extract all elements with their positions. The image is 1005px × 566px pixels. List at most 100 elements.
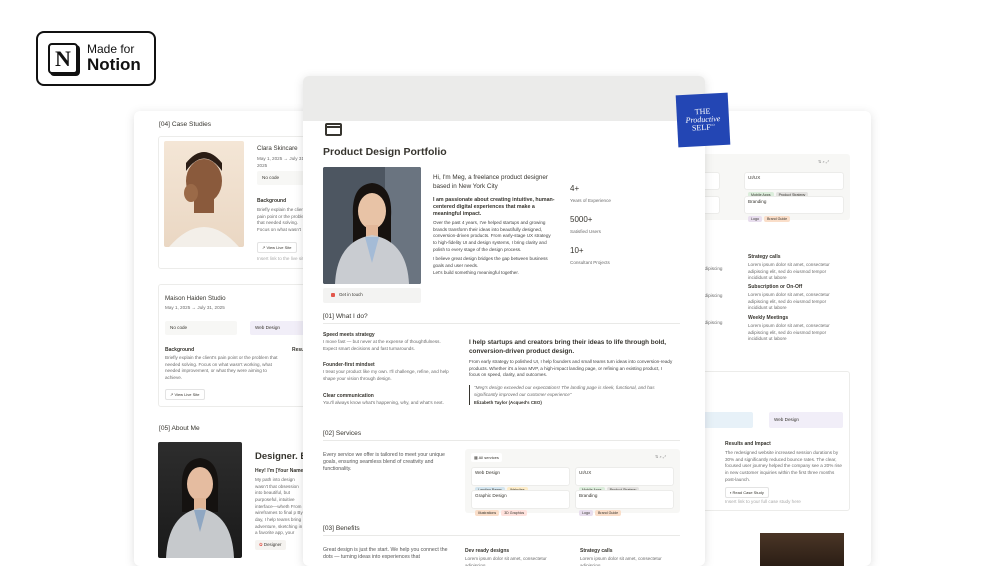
tag-logo: Logo (748, 216, 762, 222)
right-results-text: The redesigned website increased session… (725, 450, 842, 482)
clara-bg-heading: Background (257, 198, 287, 204)
maison-webdesign: Web Design (255, 325, 280, 330)
service-web-title: Web Design (475, 470, 500, 475)
hero-passion: I am passionate about creating intuitive… (433, 197, 555, 218)
right-ux-title: UI/UX (748, 175, 761, 180)
right-bottom-photo (760, 533, 844, 566)
hero-p2: I believe great design bridges the gap b… (433, 256, 548, 268)
badge-line2: Notion (87, 54, 141, 74)
service-branding-title: Branding (579, 493, 598, 498)
right-branding-card[interactable]: Branding Logo Brand Guide (744, 196, 844, 222)
right-sub-heading: Subscription or On-Off (748, 284, 803, 290)
right-webdesign: Web Design (774, 417, 799, 422)
tps-line3: SELFCO (677, 123, 729, 134)
clara-photo (164, 141, 244, 247)
right-frag1: adipiscing (702, 266, 723, 271)
stat-users-label: Satisfied Users (570, 229, 601, 234)
item-speed-heading: Speed meets strategy (323, 332, 375, 338)
about-designer-tag: ✿ Designer (255, 540, 286, 550)
item-comm-text: You'll always know what's happening, why… (323, 400, 444, 405)
stat-users-value: 5000+ (570, 215, 593, 224)
right-strategy-heading: Strategy calls (748, 254, 781, 260)
benefit-strategy-heading: Strategy calls (580, 548, 613, 554)
all-services-label: All services (478, 455, 499, 460)
services-heading: [02] Services (323, 430, 362, 437)
about-text: My path into design wasn't that obsessio… (255, 477, 303, 535)
center-page: Product Design Portfolio Get in touch Hi… (303, 76, 705, 566)
item-comm-heading: Clear communication (323, 393, 374, 399)
board-toolbar-icons: ⇅ ⌕ ⤢ (818, 159, 830, 164)
service-uiux-title: UI/UX (579, 470, 592, 475)
item-founder-heading: Founder-first mindset (323, 362, 375, 368)
item-speed-text: I move fast — but never at the expense o… (323, 339, 441, 351)
clara-title: Clara Skincare (257, 145, 298, 152)
stat-projects-label: Consultant Projects (570, 260, 610, 265)
about-photo (158, 442, 242, 558)
case-card-clara[interactable]: Clara Skincare May 1, 2025 → July 31, 20… (158, 136, 312, 269)
hero-p3: Let's build something meaningful togethe… (433, 270, 519, 275)
tps-co: CO (710, 123, 715, 128)
item-founder-text: I treat your product like my own. I'll c… (323, 369, 449, 381)
services-board: ▦ All services ⇅ ⌕ ⤢ Web Design Landing … (465, 449, 680, 516)
right-ux-card[interactable]: UI/UX Mobile Apps Product Strategy (744, 172, 844, 198)
what-i-do-heading: [01] What I do? (323, 313, 368, 320)
tag-brand-guide: Brand Guide (764, 216, 791, 222)
right-sub-text: Lorem ipsum dolor sit amet, consectetur … (748, 292, 830, 311)
maison-date: May 1, 2025 → July 31, 2025 (165, 305, 225, 310)
clara-live-link[interactable]: ↗ View Live Site (257, 242, 297, 253)
clara-date: May 1, 2025 → July 31, 2025 (257, 156, 306, 168)
get-in-touch-button[interactable]: Get in touch (323, 288, 421, 303)
testimonial-quote: "Meg's design exceeded our expectations!… (469, 385, 674, 406)
get-in-touch-label: Get in touch (339, 292, 363, 297)
page-title: Product Design Portfolio (323, 146, 447, 158)
browser-window-icon (325, 123, 342, 136)
productive-self-logo: THE Productive SELFCO (675, 92, 731, 148)
cover-banner (303, 76, 705, 121)
services-text: Every service we offer is tailored to me… (323, 452, 445, 473)
service-web-design[interactable]: Web Design Landing PagesWebsites (471, 467, 570, 493)
case-card-maison[interactable]: Maison Haiden Studio May 1, 2025 → July … (158, 284, 309, 407)
right-read-label: Read Case Study (732, 490, 764, 495)
all-services-tab[interactable]: ▦ All services (471, 453, 502, 462)
left-page: [04] Case Studies Clara Skincare May 1, … (134, 111, 324, 566)
service-graphic-design[interactable]: Graphic Design Illustrations 3D Graphics (471, 490, 570, 516)
tag-brand-guide: Brand Guide (595, 510, 622, 516)
hero-photo (323, 167, 421, 284)
clara-live-label: View Live Site (266, 245, 292, 250)
right-strategy-text: Lorem ipsum dolor sit amet, consectetur … (748, 262, 830, 281)
clara-bg-text: Briefly explain the client's pain point … (257, 207, 309, 232)
benefits-text: Great design is just the start. We help … (323, 547, 448, 561)
right-weekly-text: Lorem ipsum dolor sit amet, consectetur … (748, 323, 830, 342)
tag-logo: Logo (579, 510, 593, 516)
help-text: From early strategy to polished UI, I he… (469, 359, 673, 378)
benefits-heading: [03] Benefits (323, 525, 360, 532)
service-branding[interactable]: Branding Logo Brand Guide (575, 490, 674, 516)
right-page: ⇅ ⌕ ⤢ UI/UX Mobile Apps Product Strategy … (680, 111, 871, 566)
tps-self: SELF (691, 123, 711, 133)
hero-p1: Over the past 4 years, I've helped start… (433, 220, 551, 252)
about-tag-label: Designer (263, 542, 282, 547)
maison-live-link[interactable]: ↗ View Live Site (165, 389, 205, 400)
service-uiux[interactable]: UI/UX Mobile AppsProduct Strategy (575, 467, 674, 493)
tag-3d-graphics: 3D Graphics (501, 510, 528, 516)
about-hey: Hey! I'm [Your Name (255, 468, 304, 474)
benefit-dev-heading: Dev ready designs (465, 548, 510, 554)
stat-years-value: 4+ (570, 184, 580, 193)
clara-nocode: No code (262, 175, 280, 180)
right-weekly-heading: Weekly Meetings (748, 315, 789, 321)
right-frag3: adipiscing (702, 320, 723, 325)
stat-years-label: Years of Experience (570, 198, 611, 203)
maison-live-label: View Live Site (174, 392, 200, 397)
badge-line1: Made for (87, 41, 135, 56)
right-read-link[interactable]: ▪ Read Case Study (725, 487, 769, 498)
divider (323, 323, 680, 324)
hero-hi: Hi, I'm Meg, a freelance product designe… (433, 174, 548, 190)
right-case-card[interactable]: Web Design Results and Impact The redesi… (700, 371, 850, 511)
right-branding-title: Branding (748, 199, 767, 204)
service-graphic-title: Graphic Design (475, 493, 507, 498)
tag-illustrations: Illustrations (475, 510, 500, 516)
made-for-notion-badge: N Made for Notion (36, 31, 156, 86)
mail-icon (331, 293, 335, 297)
right-services-board: ⇅ ⌕ ⤢ UI/UX Mobile Apps Product Strategy … (700, 154, 850, 222)
board-toolbar-icons[interactable]: ⇅ ⌕ ⤢ (655, 454, 666, 459)
